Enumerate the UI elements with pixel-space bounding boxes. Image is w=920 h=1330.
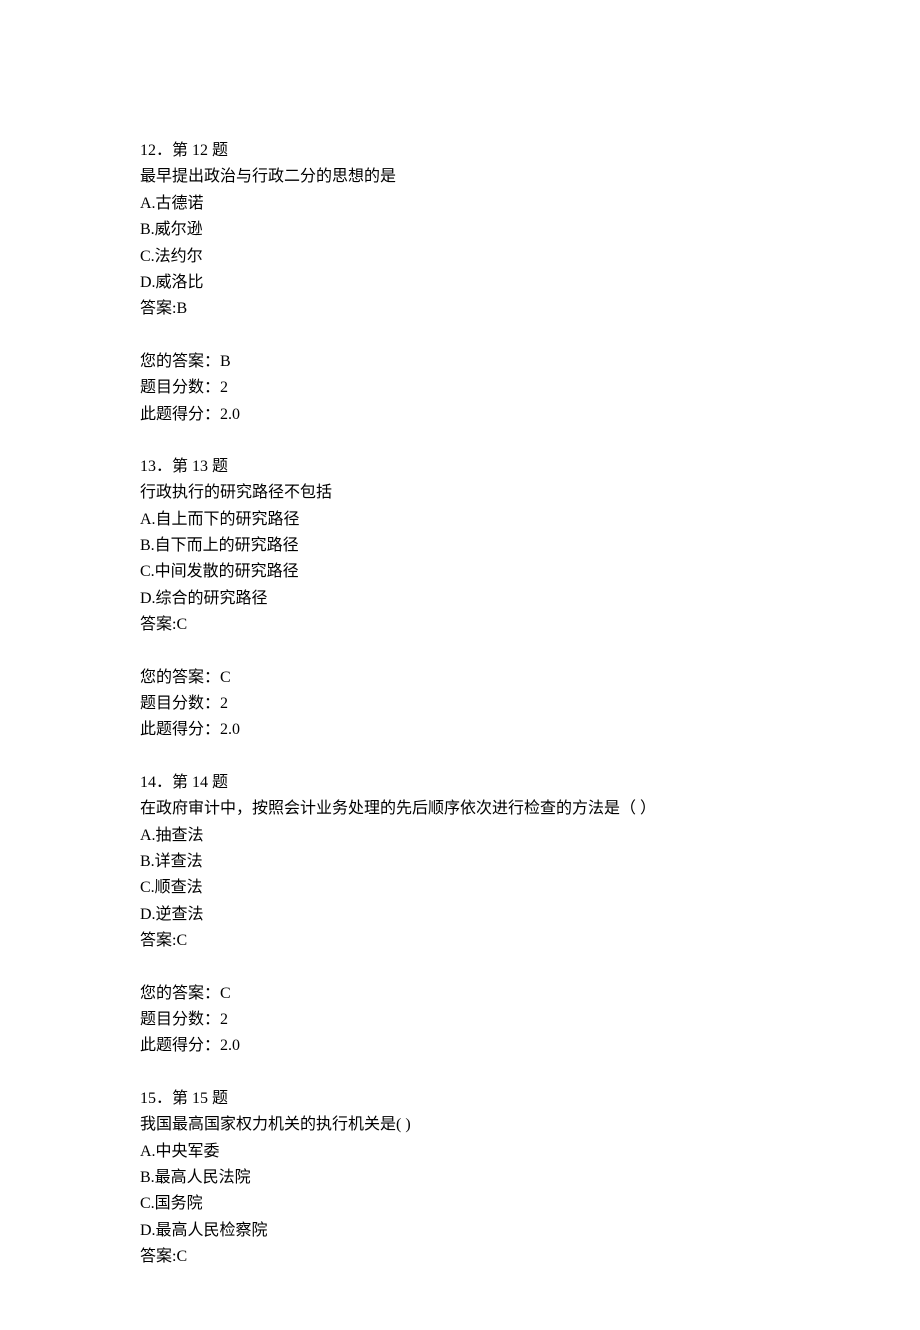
question-option: C.法约尔	[140, 244, 830, 270]
your-answer: 您的答案：B	[140, 349, 830, 375]
question-option: A.中央军委	[140, 1139, 830, 1165]
question-block: 15．第 15 题 我国最高国家权力机关的执行机关是( ) A.中央军委 B.最…	[140, 1086, 830, 1271]
full-score: 题目分数：2	[140, 691, 830, 717]
question-number: 12．第 12 题	[140, 138, 830, 164]
question-number: 14．第 14 题	[140, 770, 830, 796]
score-block: 您的答案：C 题目分数：2 此题得分：2.0	[140, 981, 830, 1060]
question-option: B.自下而上的研究路径	[140, 533, 830, 559]
question-block: 14．第 14 题 在政府审计中，按照会计业务处理的先后顺序依次进行检查的方法是…	[140, 770, 830, 955]
your-answer: 您的答案：C	[140, 665, 830, 691]
question-option: A.抽查法	[140, 823, 830, 849]
question-number: 13．第 13 题	[140, 454, 830, 480]
earned-score: 此题得分：2.0	[140, 402, 830, 428]
question-option: A.古德诺	[140, 191, 830, 217]
question-option: C.国务院	[140, 1191, 830, 1217]
document-page: 12．第 12 题 最早提出政治与行政二分的思想的是 A.古德诺 B.威尔逊 C…	[0, 0, 920, 1330]
question-stem: 在政府审计中，按照会计业务处理的先后顺序依次进行检查的方法是（ ）	[140, 796, 830, 822]
full-score: 题目分数：2	[140, 1007, 830, 1033]
question-option: D.综合的研究路径	[140, 586, 830, 612]
your-answer: 您的答案：C	[140, 981, 830, 1007]
question-option: D.逆查法	[140, 902, 830, 928]
question-number: 15．第 15 题	[140, 1086, 830, 1112]
question-option: D.威洛比	[140, 270, 830, 296]
question-block: 13．第 13 题 行政执行的研究路径不包括 A.自上而下的研究路径 B.自下而…	[140, 454, 830, 639]
earned-score: 此题得分：2.0	[140, 717, 830, 743]
score-block: 您的答案：B 题目分数：2 此题得分：2.0	[140, 349, 830, 428]
question-option: B.最高人民法院	[140, 1165, 830, 1191]
answer-key: 答案:C	[140, 928, 830, 954]
answer-key: 答案:C	[140, 1244, 830, 1270]
question-option: B.详查法	[140, 849, 830, 875]
question-stem: 最早提出政治与行政二分的思想的是	[140, 164, 830, 190]
answer-key: 答案:B	[140, 296, 830, 322]
answer-key: 答案:C	[140, 612, 830, 638]
score-block: 您的答案：C 题目分数：2 此题得分：2.0	[140, 665, 830, 744]
question-option: B.威尔逊	[140, 217, 830, 243]
question-option: C.中间发散的研究路径	[140, 559, 830, 585]
question-option: D.最高人民检察院	[140, 1218, 830, 1244]
full-score: 题目分数：2	[140, 375, 830, 401]
question-stem: 我国最高国家权力机关的执行机关是( )	[140, 1112, 830, 1138]
question-option: A.自上而下的研究路径	[140, 507, 830, 533]
question-option: C.顺查法	[140, 875, 830, 901]
question-block: 12．第 12 题 最早提出政治与行政二分的思想的是 A.古德诺 B.威尔逊 C…	[140, 138, 830, 323]
earned-score: 此题得分：2.0	[140, 1033, 830, 1059]
question-stem: 行政执行的研究路径不包括	[140, 480, 830, 506]
